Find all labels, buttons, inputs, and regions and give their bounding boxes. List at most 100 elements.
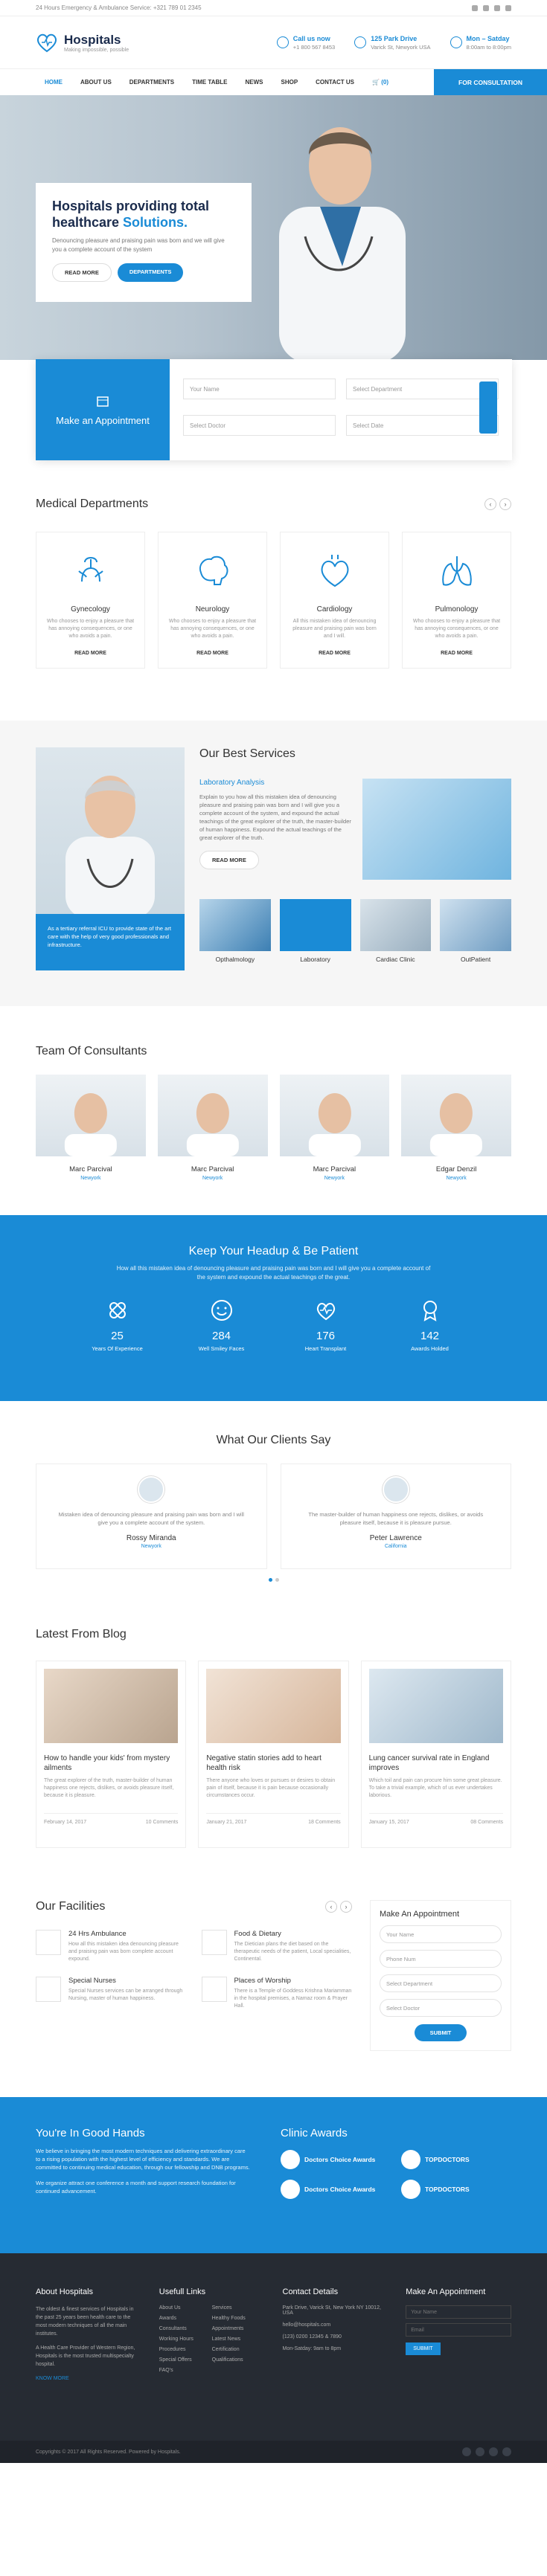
footer-name-input[interactable]: Your Name bbox=[406, 2305, 511, 2319]
footer-email[interactable]: hello@hospitals.com bbox=[283, 2322, 388, 2328]
footer-link[interactable]: Appointments bbox=[212, 2326, 265, 2331]
services-doctor-image: As a tertiary referral ICU to provide st… bbox=[36, 747, 185, 970]
facebook-icon[interactable] bbox=[462, 2447, 471, 2456]
consultation-button[interactable]: FOR CONSULTATION bbox=[434, 68, 547, 96]
cart-link[interactable]: 🛒 (0) bbox=[363, 69, 397, 96]
cardiac-clinic-image bbox=[359, 899, 432, 951]
appointment-department-select[interactable]: Select Department bbox=[346, 379, 499, 399]
footer-link[interactable]: Certification bbox=[212, 2347, 265, 2352]
hours-title: Mon – Satday bbox=[466, 34, 510, 42]
blog-post-comments[interactable]: 18 Comments bbox=[308, 1820, 341, 1825]
carousel-dot[interactable] bbox=[275, 1578, 279, 1582]
blog-title: Latest From Blog bbox=[36, 1628, 127, 1640]
department-read-more[interactable]: READ MORE bbox=[403, 651, 511, 656]
team-member-card[interactable]: Marc Parcival Newyork bbox=[157, 1075, 268, 1181]
blog-post-comments[interactable]: 08 Comments bbox=[470, 1820, 503, 1825]
facility-text: Special Nurses services can be arranged … bbox=[68, 1989, 183, 2001]
linkedin-icon[interactable] bbox=[502, 2447, 511, 2456]
blog-post-title[interactable]: Lung cancer survival rate in England imp… bbox=[369, 1754, 503, 1773]
team-member-card[interactable]: Marc Parcival Newyork bbox=[36, 1075, 146, 1181]
service-item[interactable]: OutPatient bbox=[440, 899, 511, 963]
form-phone-input[interactable]: Phone Num bbox=[380, 1950, 502, 1968]
footer-link[interactable]: Awards bbox=[159, 2316, 212, 2321]
department-name: Cardiology bbox=[316, 605, 353, 614]
prev-arrow-icon[interactable]: ‹ bbox=[325, 1901, 337, 1913]
form-department-select[interactable]: Select Department bbox=[380, 1974, 502, 1992]
hero-title-accent: Solutions. bbox=[123, 215, 188, 230]
form-doctor-select[interactable]: Select Doctor bbox=[380, 1999, 502, 2017]
linkedin-icon[interactable] bbox=[505, 4, 511, 11]
footer-link[interactable]: Procedures bbox=[159, 2347, 212, 2352]
carousel-dot[interactable] bbox=[268, 1578, 272, 1582]
facebook-icon[interactable] bbox=[472, 4, 478, 11]
hero-departments-button[interactable]: DEPARTMENTS bbox=[117, 263, 184, 282]
department-read-more[interactable]: READ MORE bbox=[281, 651, 388, 656]
team-member-card[interactable]: Marc Parcival Newyork bbox=[279, 1075, 390, 1181]
service-item[interactable]: Opthalmology bbox=[199, 899, 271, 963]
footer-email-input[interactable]: Email bbox=[406, 2323, 511, 2337]
team-title: Team Of Consultants bbox=[36, 1045, 147, 1057]
footer-link[interactable]: Consultants bbox=[159, 2326, 212, 2331]
outpatient-image bbox=[440, 899, 511, 951]
nav-departments[interactable]: DEPARTMENTS bbox=[121, 69, 183, 96]
nav-about-us[interactable]: ABOUT US bbox=[71, 69, 121, 96]
google-plus-icon[interactable] bbox=[489, 2447, 498, 2456]
awards-title: Clinic Awards bbox=[281, 2127, 348, 2139]
hero-read-more-button[interactable]: READ MORE bbox=[52, 263, 112, 282]
footer-link[interactable]: Latest News bbox=[212, 2337, 265, 2342]
team-member-card[interactable]: Edgar Denzil Newyork bbox=[401, 1075, 511, 1181]
next-arrow-icon[interactable]: › bbox=[340, 1901, 352, 1913]
footer-link[interactable]: Qualifications bbox=[212, 2357, 265, 2363]
phone-icon bbox=[276, 36, 289, 48]
department-read-more[interactable]: READ MORE bbox=[159, 651, 266, 656]
copyright-bar: Copyrights © 2017 All Rights Reserved. P… bbox=[0, 2441, 547, 2463]
next-arrow-icon[interactable]: › bbox=[499, 498, 511, 510]
department-read-more[interactable]: READ MORE bbox=[36, 651, 144, 656]
footer-link[interactable]: Working Hours bbox=[159, 2337, 212, 2342]
prev-arrow-icon[interactable]: ‹ bbox=[484, 498, 496, 510]
service-item[interactable]: Laboratory bbox=[279, 899, 351, 963]
google-plus-icon[interactable] bbox=[494, 4, 500, 11]
department-card: Gynecology Who chooses to enjoy a pleasu… bbox=[36, 532, 145, 669]
hero-card: Hospitals providing total healthcare Sol… bbox=[36, 183, 252, 302]
footer-link[interactable]: FAQ's bbox=[159, 2368, 212, 2373]
nav-time-table[interactable]: TIME TABLE bbox=[183, 69, 236, 96]
blog-post-comments[interactable]: 10 Comments bbox=[146, 1820, 179, 1825]
blog-post-card[interactable]: How to handle your kids' from mystery ai… bbox=[36, 1661, 187, 1848]
footer-link[interactable]: Healthy Foods bbox=[212, 2316, 265, 2321]
service-item[interactable]: Cardiac Clinic bbox=[359, 899, 432, 963]
appointment-submit-button[interactable] bbox=[479, 381, 497, 434]
form-name-input[interactable]: Your Name bbox=[380, 1925, 502, 1943]
appointment-date-input[interactable]: Select Date bbox=[346, 415, 499, 436]
appointment-name-input[interactable]: Your Name bbox=[183, 379, 336, 399]
logo[interactable]: Hospitals Making impossible, possible bbox=[36, 31, 129, 54]
footer-link[interactable]: Special Offers bbox=[159, 2357, 212, 2363]
social-links bbox=[472, 4, 511, 11]
form-submit-button[interactable]: SUBMIT bbox=[415, 2024, 467, 2041]
footer-social-links bbox=[462, 2447, 511, 2456]
twitter-icon[interactable] bbox=[476, 2447, 484, 2456]
footer-submit-button[interactable]: SUBMIT bbox=[406, 2342, 441, 2355]
blog-post-title[interactable]: How to handle your kids' from mystery ai… bbox=[44, 1754, 178, 1773]
blog-post-image bbox=[368, 1669, 503, 1743]
footer-link[interactable]: About Us bbox=[159, 2305, 212, 2311]
nav-shop[interactable]: SHOP bbox=[272, 69, 307, 96]
blog-post-card[interactable]: Negative statin stories add to heart hea… bbox=[198, 1661, 349, 1848]
nav-home[interactable]: HOME bbox=[36, 69, 71, 96]
appointment-doctor-select[interactable]: Select Doctor bbox=[183, 415, 336, 436]
client-location: California bbox=[384, 1544, 407, 1549]
hours-sub: 8:00am to 8:00pm bbox=[466, 43, 511, 51]
testimonial-card: The master-builder of human happiness on… bbox=[280, 1464, 511, 1569]
header-info-hours: Mon – Satday 8:00am to 8:00pm bbox=[450, 35, 511, 51]
footer-know-more-link[interactable]: KNOW MORE bbox=[36, 2374, 141, 2383]
nav-news[interactable]: NEWS bbox=[236, 69, 272, 96]
department-text: All this mistaken idea of denouncing ple… bbox=[292, 619, 377, 639]
blog-post-card[interactable]: Lung cancer survival rate in England imp… bbox=[360, 1661, 511, 1848]
services-read-more-button[interactable]: READ MORE bbox=[199, 851, 259, 869]
twitter-icon[interactable] bbox=[483, 4, 489, 11]
nav-contact-us[interactable]: CONTACT US bbox=[307, 69, 363, 96]
blog-post-title[interactable]: Negative statin stories add to heart hea… bbox=[206, 1754, 340, 1773]
team-member-name: Marc Parcival bbox=[69, 1165, 112, 1173]
facility-item: Special Nurses Special Nurses services ca… bbox=[36, 1977, 187, 2010]
footer-link[interactable]: Services bbox=[212, 2305, 265, 2311]
